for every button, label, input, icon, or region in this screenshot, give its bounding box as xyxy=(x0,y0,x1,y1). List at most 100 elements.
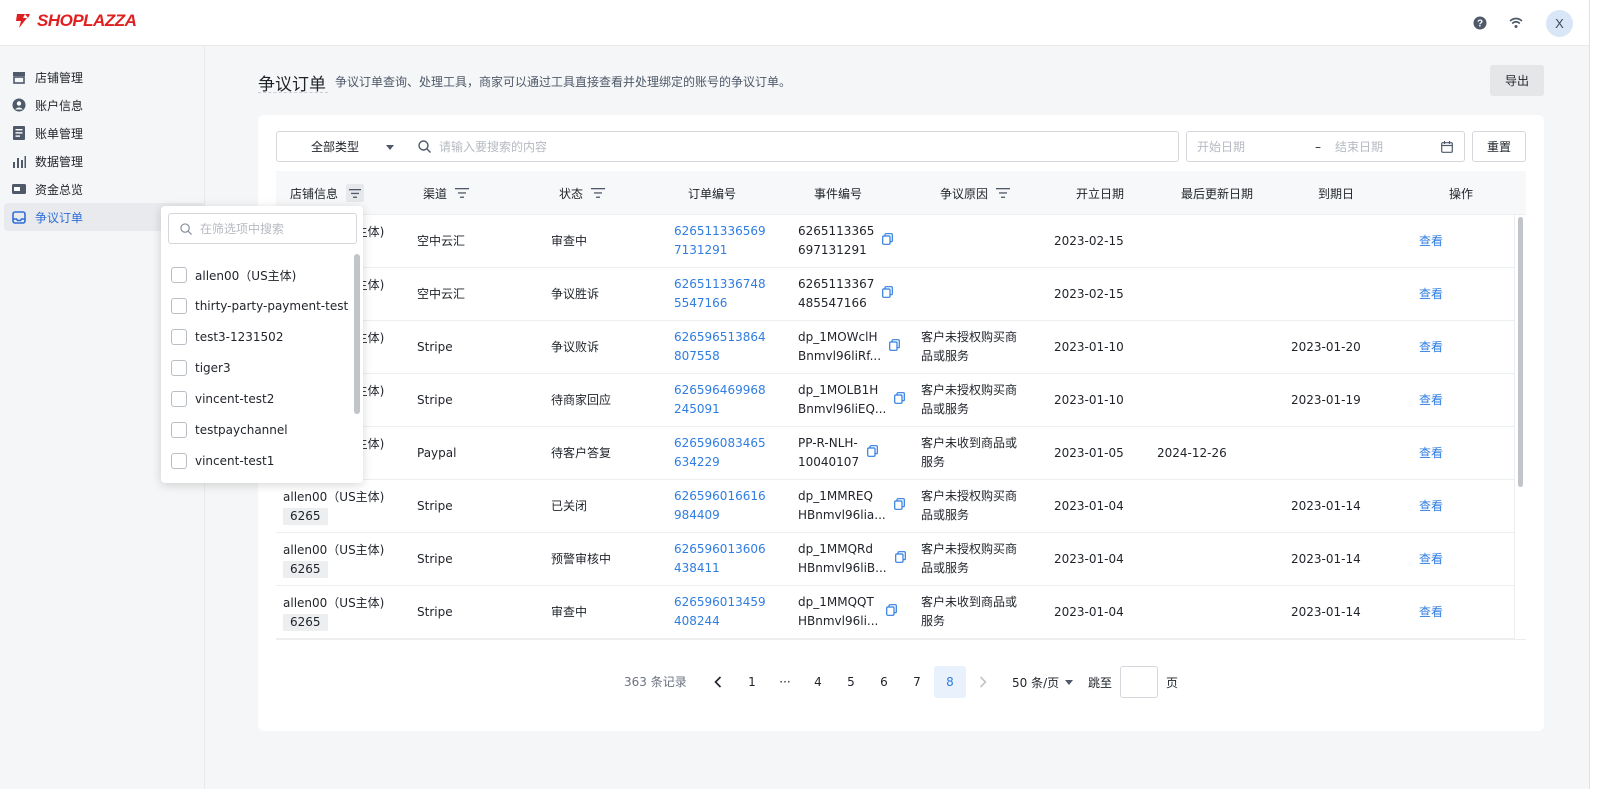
order-number-link[interactable]: 626596013606 438411 xyxy=(674,533,766,585)
scrollbar-thumb[interactable] xyxy=(1518,217,1523,487)
filter-option[interactable]: tiger3 xyxy=(171,357,231,379)
filter-scrollbar[interactable] xyxy=(354,254,360,414)
date-range-picker[interactable]: – xyxy=(1186,131,1465,162)
calendar-icon[interactable] xyxy=(1441,141,1453,156)
filter-search-box[interactable] xyxy=(168,213,357,244)
table-row[interactable]: allen00（US主体)6265空中云汇审查中6265113365697131… xyxy=(276,215,1514,268)
sidebar-item-bill-management[interactable]: 账单管理 xyxy=(4,119,205,147)
checkbox[interactable] xyxy=(171,360,187,376)
checkbox[interactable] xyxy=(171,453,187,469)
table-row[interactable]: allen00（US主体) 6265 Stripe 预警审核中 626596013606… xyxy=(276,533,1514,586)
status-cell: 待商家回应 xyxy=(551,392,612,407)
filter-option[interactable]: thirty-party-payment-test xyxy=(171,295,348,317)
brand-logo[interactable]: SHOPLAZZA xyxy=(13,11,137,31)
order-number-link[interactable]: 626596083465 634229 xyxy=(674,427,766,479)
sidebar-item-data-management[interactable]: 数据管理 xyxy=(4,147,205,175)
search-box[interactable] xyxy=(407,131,1179,162)
checkbox[interactable] xyxy=(171,298,187,314)
table-row[interactable]: allen00（US主体) 6265 Stripe 已关闭 626596016616 98… xyxy=(276,480,1514,533)
page-ellipsis[interactable]: ··· xyxy=(769,666,801,698)
view-link[interactable]: 查看 xyxy=(1419,480,1443,532)
order-number-link[interactable]: 626596469968 245091 xyxy=(674,374,766,426)
type-select[interactable]: 全部类型 xyxy=(276,131,408,162)
search-input[interactable] xyxy=(439,139,1139,154)
copy-icon[interactable] xyxy=(867,444,878,463)
table-row[interactable]: allen00（US主体)6265Paypal待客户答复626596083465… xyxy=(276,427,1514,480)
start-date-input[interactable] xyxy=(1197,139,1297,154)
help-icon[interactable]: ? xyxy=(1472,15,1488,31)
page-button-5[interactable]: 5 xyxy=(835,666,867,698)
copy-icon[interactable] xyxy=(894,550,906,569)
filter-option[interactable]: test3-1231502 xyxy=(171,326,283,348)
checkbox[interactable] xyxy=(171,267,187,283)
page-button-1[interactable]: 1 xyxy=(736,666,768,698)
filter-icon[interactable] xyxy=(996,188,1011,198)
filter-icon[interactable] xyxy=(346,184,365,202)
view-link[interactable]: 查看 xyxy=(1419,533,1443,585)
reset-button[interactable]: 重置 xyxy=(1472,131,1526,162)
end-date-input[interactable] xyxy=(1335,139,1435,154)
copy-icon[interactable] xyxy=(886,603,898,622)
open-date-cell: 2023-01-10 xyxy=(1054,339,1124,354)
sidebar-item-label: 数据管理 xyxy=(35,154,84,169)
order-number-link[interactable]: 626596013459 408244 xyxy=(674,586,766,638)
view-link[interactable]: 查看 xyxy=(1419,374,1443,426)
filter-option-label: vincent-test1 xyxy=(195,454,275,468)
view-link[interactable]: 查看 xyxy=(1419,586,1443,638)
copy-icon[interactable] xyxy=(894,391,906,410)
next-page-button[interactable] xyxy=(967,666,999,698)
filter-option-label: allen00（US主体) xyxy=(195,268,297,283)
order-number-line: 5547166 xyxy=(674,296,728,310)
order-number-line: 7131291 xyxy=(674,243,728,257)
table-scrollbar[interactable] xyxy=(1514,215,1526,639)
view-link[interactable]: 查看 xyxy=(1419,215,1443,267)
checkbox[interactable] xyxy=(171,391,187,407)
export-button[interactable]: 导出 xyxy=(1490,65,1544,96)
table-row[interactable]: allen00（US主体)6265Stripe争议败诉6265965138648… xyxy=(276,321,1514,374)
page-size-select[interactable]: 50 条/页 xyxy=(1012,666,1074,698)
order-number-link[interactable]: 626511336748 5547166 xyxy=(674,268,766,320)
filter-option[interactable]: allen00（US主体) xyxy=(171,264,296,286)
store-cell: allen00（US主体) 6265 xyxy=(283,533,384,585)
copy-icon[interactable] xyxy=(889,338,900,357)
copy-icon[interactable] xyxy=(882,232,894,251)
reason-line: 品或服务 xyxy=(921,508,970,522)
sidebar-item-funds-overview[interactable]: 资金总览 xyxy=(4,175,205,203)
order-number-link[interactable]: 626596016616 984409 xyxy=(674,480,766,532)
view-link[interactable]: 查看 xyxy=(1419,268,1443,320)
page-button-7[interactable]: 7 xyxy=(901,666,933,698)
view-link[interactable]: 查看 xyxy=(1419,427,1443,479)
table-row[interactable]: allen00（US主体)6265Stripe待商家回应626596469968… xyxy=(276,374,1514,427)
table-row[interactable]: allen00（US主体)6265空中云汇争议胜诉626511336748554… xyxy=(276,268,1514,321)
sidebar-item-account-info[interactable]: 账户信息 xyxy=(4,91,205,119)
user-avatar[interactable]: X xyxy=(1546,9,1573,37)
event-number-cell: dp_1MMREQ HBnmvl96lia... xyxy=(798,480,905,532)
store-icon xyxy=(12,70,26,84)
filter-option[interactable]: vincent-test2 xyxy=(171,388,274,410)
prev-page-button[interactable] xyxy=(702,666,734,698)
checkbox[interactable] xyxy=(171,329,187,345)
column-header-due-date: 到期日 xyxy=(1318,171,1354,215)
reason-line: 客户未收到商品或 xyxy=(921,595,1018,609)
page-button-8-current[interactable]: 8 xyxy=(934,666,966,698)
filter-icon[interactable] xyxy=(455,188,470,198)
copy-icon[interactable] xyxy=(893,497,905,516)
open-date-cell: 2023-01-05 xyxy=(1054,445,1124,460)
view-link[interactable]: 查看 xyxy=(1419,321,1443,373)
sidebar-item-store-management[interactable]: 店铺管理 xyxy=(4,63,205,91)
order-number-line: 626596469968 xyxy=(674,383,766,397)
filter-option[interactable]: vincent-test1 xyxy=(171,450,274,472)
checkbox[interactable] xyxy=(171,422,187,438)
copy-icon[interactable] xyxy=(882,285,894,304)
column-label: 最后更新日期 xyxy=(1181,186,1254,201)
filter-option[interactable]: testpaychannel xyxy=(171,419,288,441)
order-number-link[interactable]: 626511336569 7131291 xyxy=(674,215,766,267)
table-row[interactable]: allen00（US主体) 6265 Stripe 审查中 626596013459 40… xyxy=(276,586,1514,639)
page-button-6[interactable]: 6 xyxy=(868,666,900,698)
filter-icon[interactable] xyxy=(591,188,606,198)
jump-page-input[interactable] xyxy=(1120,666,1159,698)
wifi-icon[interactable] xyxy=(1508,15,1524,31)
order-number-link[interactable]: 626596513864 807558 xyxy=(674,321,766,373)
filter-search-input[interactable] xyxy=(200,221,350,236)
page-button-4[interactable]: 4 xyxy=(802,666,834,698)
